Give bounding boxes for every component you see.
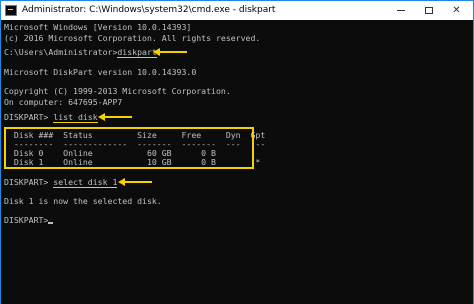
prompt-text: DISKPART> [4,177,54,187]
arrow-icon [153,47,187,57]
cmd-app-icon[interactable] [5,5,17,16]
minimize-button[interactable] [387,1,414,20]
close-button[interactable]: ✕ [443,1,470,20]
disk-table-row: Disk 1 Online 10 GB 0 B * [4,157,261,167]
minimize-icon [396,10,405,11]
close-icon: ✕ [452,5,461,16]
command-list-disk: list disk [53,112,98,123]
console-area[interactable]: Microsoft Windows [Version 10.0.14393] (… [1,20,473,304]
console-line: Disk 1 is now the selected disk. [4,196,162,206]
console-line: On computer: 647695-APP7 [4,97,123,107]
prompt-text: C:\Users\Administrator> [4,47,118,57]
arrow-icon [118,177,152,187]
console-line-prompt: C:\Users\Administrator>diskpart [4,47,157,58]
prompt-text: DISKPART> [4,112,54,122]
maximize-icon [424,7,433,14]
text-cursor [48,222,53,224]
console-line-prompt: DISKPART> list disk [4,112,98,123]
console-line: (c) 2016 Microsoft Corporation. All righ… [4,33,261,43]
command-select-disk: select disk 1 [53,177,118,188]
console-line: Microsoft DiskPart version 10.0.14393.0 [4,67,197,77]
console-line: Copyright (C) 1999-2013 Microsoft Corpor… [4,86,231,96]
console-line-prompt: DISKPART> [4,215,54,225]
console-line-prompt: DISKPART> select disk 1 [4,177,118,188]
console-line: Microsoft Windows [Version 10.0.14393] [4,22,192,32]
window-title: Administrator: C:\Windows\system32\cmd.e… [22,5,276,15]
cmd-window: Administrator: C:\Windows\system32\cmd.e… [0,0,474,304]
arrow-icon [98,112,132,122]
maximize-button[interactable] [415,1,442,20]
command-diskpart: diskpart [117,47,157,58]
title-bar[interactable]: Administrator: C:\Windows\system32\cmd.e… [1,1,473,20]
